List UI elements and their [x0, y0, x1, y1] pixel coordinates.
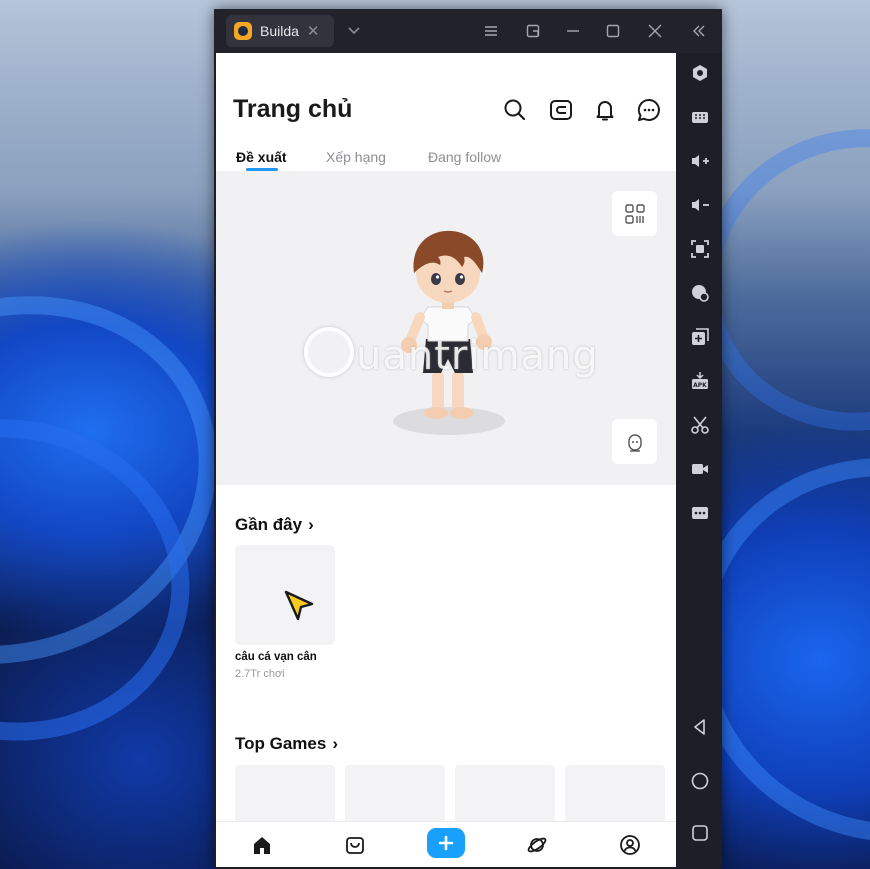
bag-icon[interactable]	[340, 830, 370, 860]
emulator-window: Builda ✕ Trang chủ Đề xuất Xếp hạng Đang…	[214, 9, 722, 869]
recents-icon[interactable]	[688, 821, 712, 845]
volume-up-icon[interactable]	[688, 149, 712, 173]
face-icon[interactable]	[612, 419, 657, 464]
collapse-sidebar-icon[interactable]	[684, 9, 714, 53]
tab-title: Builda	[260, 23, 299, 39]
builda-app-icon	[234, 22, 252, 40]
plus-icon	[438, 835, 454, 851]
chat-icon[interactable]	[636, 97, 662, 123]
avatar-character	[393, 230, 505, 435]
recent-game-plays: 2.7Tr chơi	[235, 668, 285, 680]
tab-dang-follow[interactable]: Đang follow	[428, 149, 501, 165]
chevron-right-icon: ›	[332, 734, 338, 753]
chevron-right-icon: ›	[308, 515, 314, 534]
tab-xep-hang[interactable]: Xếp hạng	[326, 149, 386, 165]
apk-icon[interactable]: APK	[688, 369, 712, 393]
tab-dropdown-icon[interactable]	[348, 24, 360, 38]
app-header: Trang chủ Đề xuất Xếp hạng Đang follow	[216, 53, 676, 171]
tab-de-xuat[interactable]: Đề xuất	[236, 149, 287, 165]
multi-instance-icon[interactable]	[688, 325, 712, 349]
more-icon[interactable]	[688, 501, 712, 525]
bell-icon[interactable]	[592, 97, 618, 123]
profile-icon[interactable]	[615, 830, 645, 860]
svg-text:APK: APK	[693, 382, 707, 389]
bottom-navigation	[216, 821, 676, 867]
recent-game-name[interactable]: câu cá vạn cân	[235, 651, 317, 663]
back-icon[interactable]	[688, 715, 712, 739]
wallet-icon[interactable]	[548, 97, 574, 123]
top-games-title-text: Top Games	[235, 734, 327, 753]
pop-out-icon[interactable]	[518, 9, 548, 53]
screenshot-icon[interactable]	[688, 237, 712, 261]
home-icon[interactable]	[688, 769, 712, 793]
screen-record-icon[interactable]	[688, 281, 712, 305]
search-icon[interactable]	[502, 97, 528, 123]
app-screen: Trang chủ Đề xuất Xếp hạng Đang follow u…	[216, 53, 676, 867]
home-icon[interactable]	[247, 830, 277, 860]
top-games-section-title[interactable]: Top Games ›	[235, 734, 338, 754]
app-tab[interactable]: Builda ✕	[226, 15, 334, 47]
emulator-titlebar: Builda ✕	[214, 9, 722, 53]
watermark-text: uantrimang	[356, 333, 599, 379]
page-title: Trang chủ	[233, 95, 353, 123]
tab-close-icon[interactable]: ✕	[307, 22, 320, 40]
keyboard-icon[interactable]	[688, 105, 712, 129]
scissors-icon[interactable]	[688, 413, 712, 437]
planet-icon[interactable]	[522, 830, 552, 860]
create-button[interactable]	[427, 828, 465, 858]
minimize-icon[interactable]	[558, 9, 588, 53]
maximize-icon[interactable]	[598, 9, 628, 53]
close-window-icon[interactable]	[640, 9, 670, 53]
gamepad-icon[interactable]	[688, 61, 712, 85]
feed-tabs: Đề xuất Xếp hạng Đang follow	[216, 141, 676, 173]
volume-down-icon[interactable]	[688, 193, 712, 217]
watermark-bulb-icon	[304, 327, 354, 377]
recent-section-title[interactable]: Gần đây ›	[235, 515, 314, 535]
menu-icon[interactable]	[476, 9, 506, 53]
cursor-game-icon	[284, 590, 314, 621]
recent-title-text: Gần đây	[235, 515, 303, 534]
recent-game-card[interactable]	[235, 545, 335, 645]
avatar-hero[interactable]: uantrimang	[216, 171, 676, 485]
video-icon[interactable]	[688, 457, 712, 481]
emulator-toolbar: APK	[678, 53, 722, 867]
qr-code-icon[interactable]	[612, 191, 657, 236]
